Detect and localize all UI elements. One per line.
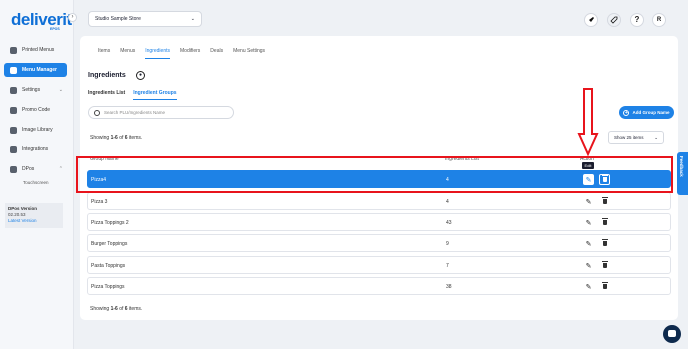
sidebar-item-promo-code[interactable]: Promo Code — [4, 103, 67, 117]
trash-icon[interactable] — [599, 281, 610, 292]
ticket-icon — [10, 106, 17, 114]
chevron-up-icon: ⌃ — [58, 166, 63, 172]
sidebar-item-label: Image Library — [22, 127, 53, 133]
sidebar-item-label: Printed Menus — [22, 47, 55, 53]
table-row[interactable]: Pizza Toppings 2 43 ✎ — [87, 213, 671, 231]
store-name: Studio Sample Store — [95, 16, 141, 22]
latest-version-link[interactable]: Latest Version — [8, 218, 60, 224]
group-name: Pizza 3 — [91, 199, 108, 205]
trash-icon[interactable] — [599, 238, 610, 249]
ingredients-count: 43 — [446, 220, 452, 226]
search-input[interactable]: Search PLU/Ingredients Name — [88, 106, 234, 119]
chevron-down-icon: ⌄ — [58, 87, 63, 93]
tab-menus[interactable]: Menus — [120, 48, 135, 59]
pencil-icon[interactable]: ✎ — [583, 196, 594, 207]
trash-icon[interactable] — [599, 217, 610, 228]
sub-tabs: Ingredients List Ingredient Groups — [88, 90, 185, 100]
info-icon[interactable]: ● — [136, 71, 145, 80]
rocket-icon[interactable] — [584, 13, 598, 27]
menu-icon — [10, 66, 17, 74]
group-name: Pizza Toppings — [91, 284, 125, 290]
menu-tabs: Items Menus Ingredients Modifiers Deals … — [98, 48, 275, 59]
sidebar-item-dpos[interactable]: DPos ⌃ — [4, 162, 67, 176]
trash-icon[interactable] — [599, 196, 610, 207]
chat-icon — [668, 330, 676, 337]
store-selector[interactable]: Studio Sample Store ⌄ — [88, 11, 202, 27]
ingredients-count: 38 — [446, 284, 452, 290]
pos-icon — [10, 165, 17, 173]
tag-icon[interactable] — [607, 13, 621, 27]
printer-icon — [10, 46, 17, 54]
group-name: Pizza Toppings 2 — [91, 220, 129, 226]
down-arrow-annotation — [577, 88, 599, 156]
gear-icon — [10, 86, 17, 94]
subtab-ingredients-list[interactable]: Ingredients List — [88, 90, 125, 100]
tab-menu-settings[interactable]: Menu Settings — [233, 48, 265, 59]
sidebar-item-label: Integrations — [22, 146, 49, 152]
add-group-name-button[interactable]: + Add Group Name — [619, 106, 674, 119]
sidebar-item-integrations[interactable]: Integrations — [4, 142, 67, 156]
tab-ingredients[interactable]: Ingredients — [145, 48, 170, 59]
sidebar-subitem-touchscreen[interactable]: Touchscreen — [23, 180, 49, 185]
showing-count-bottom: Showing 1-6 of 6 items. — [90, 306, 143, 312]
chevron-down-icon: ⌄ — [654, 134, 658, 140]
tab-deals[interactable]: Deals — [210, 48, 223, 59]
feedback-label: Feedback — [679, 156, 684, 177]
image-icon — [10, 126, 17, 134]
avatar[interactable]: R — [652, 13, 666, 27]
sidebar-item-label: Settings — [22, 87, 41, 93]
sidebar-item-menu-manager[interactable]: Menu Manager — [4, 63, 67, 77]
pencil-icon[interactable]: ✎ — [583, 281, 594, 292]
per-page-select[interactable]: Show 25 items ⌄ — [608, 131, 664, 144]
sidebar-item-label: Menu Manager — [22, 67, 58, 73]
tab-items[interactable]: Items — [98, 48, 110, 59]
pencil-icon[interactable]: ✎ — [583, 238, 594, 249]
brand-logo: deliverit — [11, 10, 72, 29]
plus-icon: + — [623, 109, 630, 116]
table-row[interactable]: Pizza Toppings 38 ✎ — [87, 277, 671, 295]
chevron-down-icon: ⌄ — [190, 16, 195, 22]
help-icon[interactable]: ? — [630, 13, 644, 27]
sidebar-item-label: Promo Code — [22, 107, 51, 113]
table-row[interactable]: Pizza 3 4 ✎ — [87, 192, 671, 210]
sidebar-item-label: DPos — [22, 166, 35, 172]
version-box: DPos Version 02.20.53 Latest Version — [5, 203, 63, 228]
sidebar: deliverit EPOS Printed Menus Menu Manage… — [0, 0, 74, 349]
group-name: Burger Toppings — [91, 241, 128, 247]
add-button-label: Add Group Name — [632, 110, 670, 115]
pencil-icon[interactable]: ✎ — [583, 260, 594, 271]
plug-icon — [10, 145, 17, 153]
ingredients-count: 4 — [446, 199, 449, 205]
chat-button[interactable] — [663, 325, 681, 343]
collapse-sidebar-button[interactable]: › — [68, 13, 77, 22]
tab-modifiers[interactable]: Modifiers — [180, 48, 200, 59]
group-name: Pasta Toppings — [91, 263, 126, 269]
sidebar-item-settings[interactable]: Settings ⌄ — [4, 83, 67, 97]
table-row[interactable]: Burger Toppings 9 ✎ — [87, 234, 671, 252]
page-title: Ingredients — [88, 72, 126, 79]
feedback-tab[interactable]: Feedback — [677, 152, 688, 195]
sidebar-item-printed-menus[interactable]: Printed Menus — [4, 43, 67, 57]
showing-count-top: Showing 1-6 of 6 items. — [90, 135, 143, 141]
table-row[interactable]: Pasta Toppings 7 ✎ — [87, 256, 671, 274]
per-page-value: Show 25 items — [614, 135, 644, 140]
sidebar-item-image-library[interactable]: Image Library — [4, 123, 67, 137]
subtab-ingredient-groups[interactable]: Ingredient Groups — [133, 90, 177, 100]
search-placeholder: Search PLU/Ingredients Name — [104, 110, 166, 115]
trash-icon[interactable] — [599, 260, 610, 271]
pencil-icon[interactable]: ✎ — [583, 217, 594, 228]
search-icon — [94, 109, 100, 116]
brand-sub: EPOS — [50, 27, 60, 31]
highlight-box — [76, 156, 673, 193]
ingredients-count: 9 — [446, 241, 449, 247]
ingredients-count: 7 — [446, 263, 449, 269]
